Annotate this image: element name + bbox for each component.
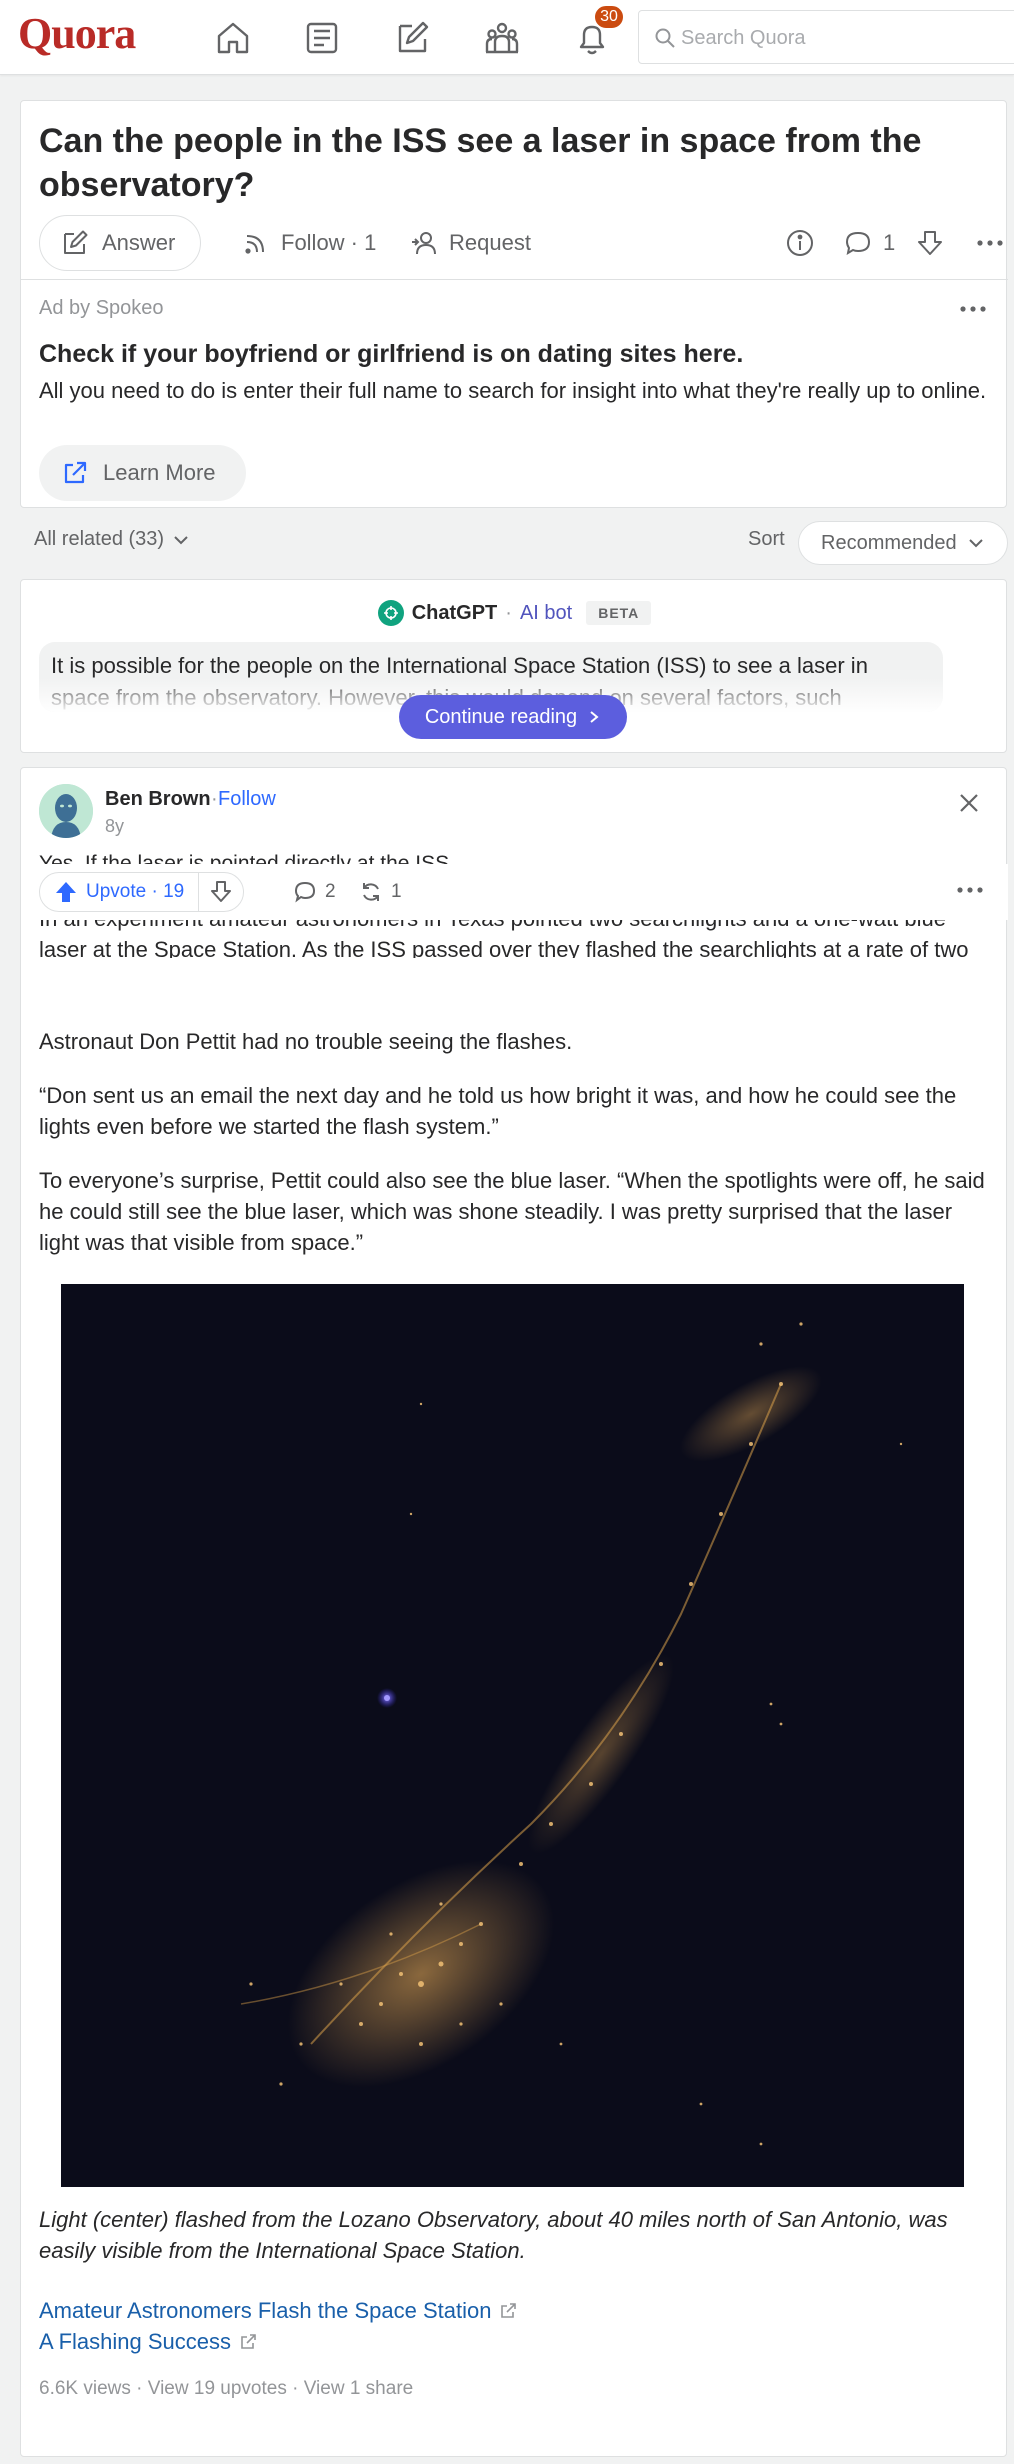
beta-badge: BETA (586, 601, 652, 625)
question-title[interactable]: Can the people in the ISS see a laser in… (39, 119, 959, 207)
downvote-arrow-icon (211, 881, 232, 902)
reshare-icon (363, 883, 379, 901)
share-button[interactable]: 1 (359, 880, 402, 904)
answer-card: Ben Brown · Follow 8y Yes. If the laser … (20, 767, 1008, 2457)
following-feed-icon[interactable] (302, 18, 342, 58)
follow-author-link[interactable]: Follow (218, 788, 276, 811)
external-link-icon (501, 2303, 517, 2318)
separator-dot: · (211, 788, 218, 810)
continue-reading-button[interactable]: Continue reading (399, 695, 627, 739)
answer-comments-button[interactable]: 2 (293, 880, 336, 904)
upvote-arrow-icon (56, 882, 76, 902)
comment-icon (294, 881, 316, 903)
upvote-label: Upvote · 19 (86, 881, 185, 902)
answer-label: Answer (102, 230, 176, 255)
answer-paragraph-2: Astronaut Don Pettit had no trouble seei… (39, 1029, 573, 1054)
question-card: Can the people in the ISS see a laser in… (20, 100, 1008, 508)
home-icon[interactable] (213, 18, 253, 58)
chevron-down-icon (174, 535, 188, 544)
downvote-button[interactable] (199, 872, 243, 912)
top-navigation-bar: Quora 30 (0, 0, 1014, 75)
search-icon (655, 28, 675, 48)
follow-rss-icon (245, 235, 264, 254)
more-options-icon[interactable] (975, 228, 1005, 258)
question-actions: Answer Follow · 1 Request 1 (39, 215, 1003, 271)
source-link-2[interactable]: A Flashing Success (39, 2329, 257, 2355)
ad-more-options-icon[interactable] (958, 297, 988, 321)
ad-sponsor-label[interactable]: Ad by Spokeo (39, 297, 164, 320)
request-button[interactable]: Request (409, 215, 531, 271)
all-related-filter[interactable]: All related (33) (34, 528, 190, 551)
ai-bot-label[interactable]: AI bot (520, 602, 572, 625)
request-label: Request (449, 230, 531, 255)
author-name[interactable]: Ben Brown (105, 788, 211, 811)
request-person-icon (412, 232, 436, 255)
search-box[interactable] (638, 10, 1014, 64)
comments-button[interactable]: 1 (843, 215, 895, 271)
answer-action-bar: Upvote · 19 2 1 (21, 864, 1008, 920)
follow-label: Follow · 1 (281, 230, 377, 255)
answer-comments-count: 2 (325, 881, 336, 902)
vote-group: Upvote · 19 (39, 872, 245, 912)
source-link-2-text: A Flashing Success (39, 2329, 231, 2354)
image-caption: Light (center) flashed from the Lozano O… (39, 2207, 948, 2263)
answer-paragraph-4: To everyone’s surprise, Pettit could als… (39, 1168, 985, 1255)
author-avatar[interactable] (39, 784, 93, 838)
source-link-1-text: Amateur Astronomers Flash the Space Stat… (39, 2298, 492, 2323)
partially-hidden-line: Yes. If the laser is pointed directly at… (39, 852, 455, 864)
comments-count: 1 (883, 230, 896, 255)
downvote-question-icon[interactable] (915, 228, 945, 258)
chevron-down-icon (968, 539, 983, 548)
ad-headline[interactable]: Check if your boyfriend or girlfriend is… (39, 337, 989, 371)
upvote-button[interactable]: Upvote · 19 (40, 872, 200, 912)
learn-more-label: Learn More (103, 460, 216, 485)
all-related-label: All related (33) (34, 528, 165, 550)
chevron-right-icon (590, 711, 599, 723)
external-link-icon (241, 2334, 256, 2349)
sort-value: Recommended (821, 531, 957, 554)
comment-icon (845, 231, 871, 256)
pencil-icon (64, 230, 88, 254)
answer-button[interactable]: Answer (39, 215, 201, 271)
more-options-icon[interactable] (955, 878, 985, 902)
chatgpt-name[interactable]: ChatGPT (412, 602, 498, 625)
share-count: 1 (391, 881, 402, 902)
answer-stats[interactable]: 6.6K views · View 19 upvotes · View 1 sh… (39, 2378, 413, 2400)
spaces-icon[interactable] (482, 18, 522, 58)
quora-logo[interactable]: Quora (18, 8, 136, 59)
iss-night-photo[interactable] (61, 1284, 964, 2187)
follow-question-button[interactable]: Follow · 1 (241, 215, 376, 271)
close-icon[interactable] (956, 790, 982, 816)
answer-edit-icon[interactable] (392, 18, 432, 58)
chatgpt-answer-card: ChatGPT · AI bot BETA It is possible for… (20, 579, 1007, 753)
city-lights-image (61, 1284, 964, 2187)
learn-more-button[interactable]: Learn More (39, 445, 246, 501)
info-icon[interactable] (785, 228, 815, 258)
search-input[interactable] (681, 23, 1001, 53)
sort-dropdown[interactable]: Recommended (798, 521, 1008, 565)
sort-label: Sort (748, 528, 785, 550)
separator-dot: · (505, 601, 512, 624)
answer-paragraph-3: “Don sent us an email the next day and h… (39, 1083, 957, 1139)
ad-body: All you need to do is enter their full n… (39, 378, 987, 403)
continue-reading-label: Continue reading (424, 705, 578, 728)
external-link-icon (64, 461, 87, 484)
notification-count-badge: 30 (593, 4, 625, 30)
chatgpt-logo-icon (377, 600, 404, 626)
source-link-1[interactable]: Amateur Astronomers Flash the Space Stat… (39, 2298, 517, 2324)
divider (21, 279, 1008, 280)
answer-timestamp[interactable]: 8y (105, 816, 124, 837)
chatgpt-header: ChatGPT · AI bot BETA (21, 600, 1008, 626)
